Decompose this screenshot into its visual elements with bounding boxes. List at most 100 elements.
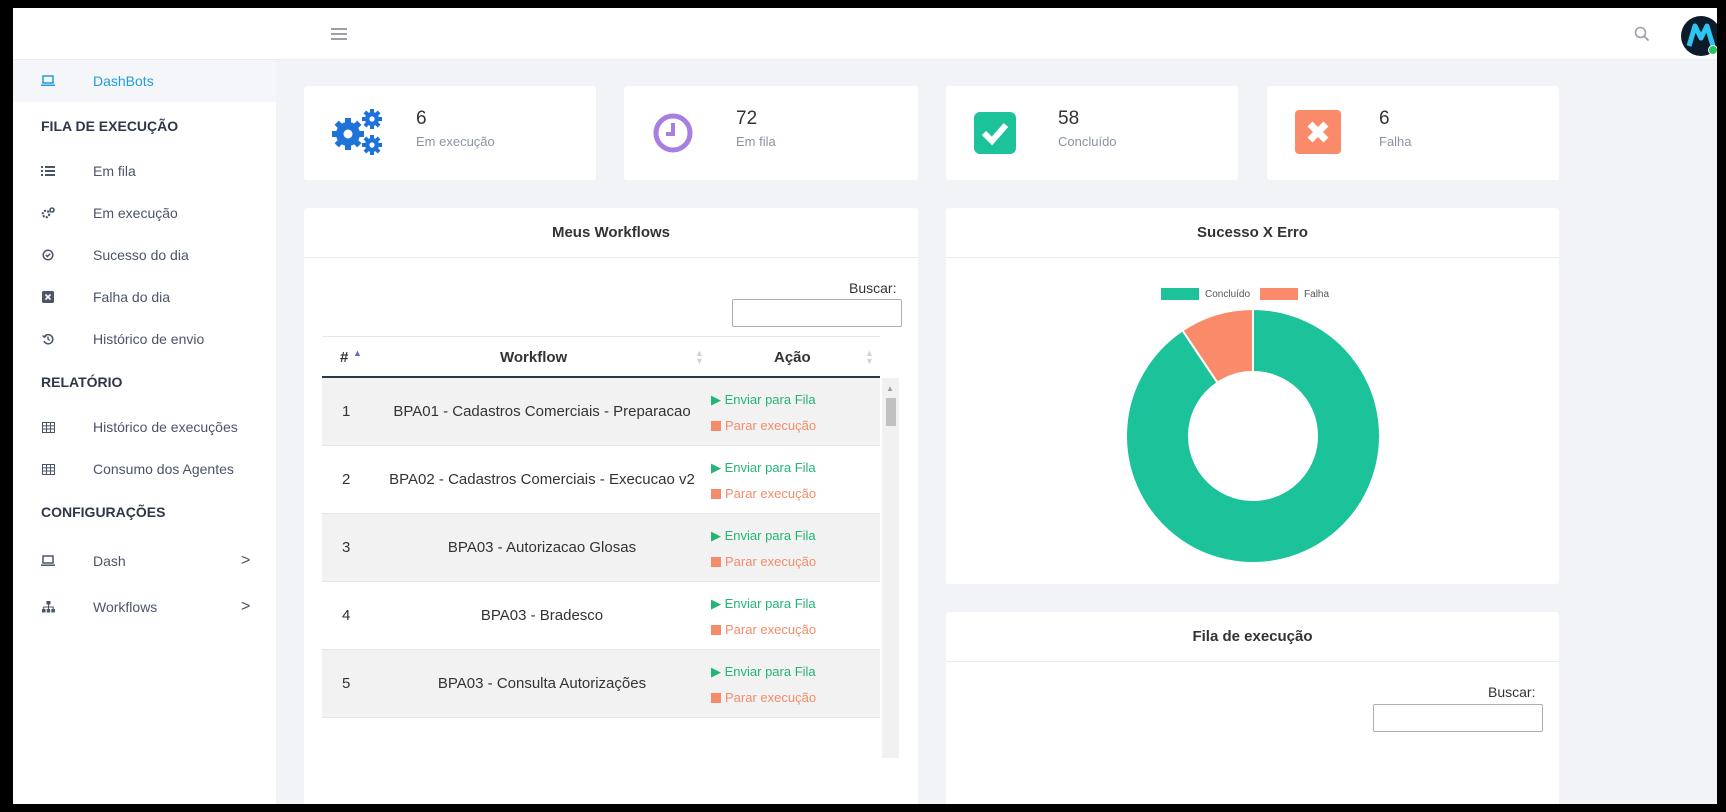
row-workflow-name: BPA03 - Bradesco — [480, 607, 604, 624]
stat-label: Concluído — [1058, 134, 1117, 149]
workflows-search-input[interactable] — [732, 299, 902, 327]
send-to-queue-link[interactable]: ▶ Enviar para Fila — [711, 664, 816, 680]
chart-panel: Sucesso X Erro Concluído Falha — [946, 208, 1559, 584]
online-status-dot — [1708, 45, 1717, 55]
table-row: 2 BPA02 - Cadastros Comerciais - Execuca… — [322, 446, 880, 514]
stat-value: 6 — [416, 108, 427, 129]
stop-label: Parar execução — [725, 554, 817, 569]
x-square-icon — [40, 289, 56, 305]
stat-card-em-execucao[interactable]: 6 Em execução — [304, 86, 596, 180]
column-header-acao[interactable]: Ação — [774, 349, 811, 366]
sidebar-item-em-fila[interactable]: Em fila — [13, 150, 276, 192]
stop-label: Parar execução — [725, 690, 817, 705]
search-label: Buscar: — [1488, 684, 1536, 700]
sidebar-item-label: Falha do dia — [93, 289, 171, 305]
stop-icon — [711, 421, 721, 431]
sidebar-item-historico-de-envio[interactable]: Histórico de envio — [13, 318, 276, 360]
check-square-icon — [974, 112, 1016, 154]
sidebar-item-workflows[interactable]: Workflows > — [13, 586, 276, 628]
table-icon — [40, 419, 56, 435]
stop-label: Parar execução — [725, 486, 817, 501]
check-circle-icon — [40, 247, 56, 263]
column-header-id[interactable]: # — [340, 349, 348, 366]
sidebar-item-consumo-dos-agentes[interactable]: Consumo dos Agentes — [13, 448, 276, 490]
search-icon[interactable] — [1633, 25, 1651, 43]
row-id: 3 — [342, 539, 351, 556]
stop-execution-link[interactable]: Parar execução — [711, 622, 816, 637]
send-label: Enviar para Fila — [724, 596, 816, 611]
sidebar-item-label: Em execução — [93, 205, 178, 221]
section-configuracoes: CONFIGURAÇÕES — [41, 504, 166, 520]
stop-icon — [711, 693, 721, 703]
sidebar-item-dash[interactable]: Dash > — [13, 540, 276, 582]
stat-card-concluido[interactable]: 58 Concluído — [946, 86, 1238, 180]
sidebar-item-em-execucao[interactable]: Em execução — [13, 192, 276, 234]
sidebar-item-historico-de-execucoes[interactable]: Histórico de execuções — [13, 406, 276, 448]
search-label: Buscar: — [849, 280, 897, 296]
sort-icon[interactable]: ▲ ▼ — [695, 349, 704, 366]
stop-label: Parar execução — [725, 418, 817, 433]
table-icon — [40, 461, 56, 477]
scrollbar-thumb[interactable] — [886, 398, 896, 426]
stat-label: Falha — [1379, 134, 1412, 149]
row-id: 1 — [342, 403, 351, 420]
row-workflow-name: BPA03 - Consulta Autorizações — [437, 675, 647, 692]
send-to-queue-link[interactable]: ▶ Enviar para Fila — [711, 460, 816, 476]
stat-card-falha[interactable]: 6 Falha — [1267, 86, 1559, 180]
sidebar-item-label: DashBots — [93, 73, 154, 89]
sort-icon[interactable]: ▲ ▼ — [865, 349, 874, 366]
stop-execution-link[interactable]: Parar execução — [711, 554, 816, 569]
donut-slice-concludo[interactable] — [1125, 307, 1381, 564]
sidebar-item-sucesso-do-dia[interactable]: Sucesso do dia — [13, 234, 276, 276]
clock-icon — [653, 113, 693, 153]
stat-label: Em execução — [416, 134, 495, 149]
section-fila-execucao: FILA DE EXECUÇÃO — [41, 118, 179, 134]
sitemap-icon — [40, 599, 56, 615]
queue-panel-title: Fila de execução — [946, 612, 1559, 662]
x-square-icon — [1295, 110, 1341, 154]
row-workflow-name: BPA03 - Autorizacao Glosas — [447, 539, 637, 556]
send-to-queue-link[interactable]: ▶ Enviar para Fila — [711, 392, 816, 408]
laptop-icon — [40, 553, 56, 569]
send-label: Enviar para Fila — [724, 460, 816, 475]
stop-execution-link[interactable]: Parar execução — [711, 418, 816, 433]
column-header-workflow[interactable]: Workflow — [500, 349, 567, 366]
section-relatorio: RELATÓRIO — [41, 374, 123, 390]
table-header: # ▲ Workflow ▲ ▼ Ação ▲ ▼ — [322, 336, 880, 378]
row-workflow-name: BPA01 - Cadastros Comerciais - Preparaca… — [393, 403, 691, 420]
send-label: Enviar para Fila — [724, 528, 816, 543]
table-scrollbar[interactable]: ▲ — [882, 378, 899, 758]
cogs-icon — [332, 109, 382, 155]
stop-icon — [711, 489, 721, 499]
sidebar-item-label: Em fila — [93, 163, 136, 179]
table-row: 3 BPA03 - Autorizacao Glosas ▶ Enviar pa… — [322, 514, 880, 582]
stat-value: 6 — [1379, 108, 1390, 129]
sidebar-item-dashbots[interactable]: DashBots — [13, 60, 276, 102]
stop-icon — [711, 625, 721, 635]
laptop-icon — [40, 73, 56, 89]
sort-asc-icon[interactable]: ▲ — [353, 349, 362, 358]
stat-card-em-fila[interactable]: 72 Em fila — [624, 86, 918, 180]
app-frame: DashBots FILA DE EXECUÇÃO Em fila Em exe… — [13, 8, 1717, 804]
row-id: 4 — [342, 607, 351, 624]
stop-execution-link[interactable]: Parar execução — [711, 486, 816, 501]
row-id: 2 — [342, 471, 351, 488]
queue-search-input[interactable] — [1373, 704, 1543, 732]
hamburger-icon[interactable] — [331, 28, 347, 40]
send-to-queue-link[interactable]: ▶ Enviar para Fila — [711, 596, 816, 612]
sidebar-item-label: Histórico de envio — [93, 331, 205, 347]
sidebar-item-falha-do-dia[interactable]: Falha do dia — [13, 276, 276, 318]
sidebar: DashBots FILA DE EXECUÇÃO Em fila Em exe… — [13, 60, 276, 804]
stop-execution-link[interactable]: Parar execução — [711, 690, 816, 705]
stat-value: 72 — [736, 108, 758, 129]
chevron-right-icon: > — [241, 598, 251, 615]
queue-panel: Fila de execução Buscar: — [946, 612, 1559, 804]
scroll-up-icon[interactable]: ▲ — [886, 384, 894, 393]
sidebar-item-label: Histórico de execuções — [93, 419, 238, 435]
sidebar-item-label: Dash — [93, 553, 126, 569]
sidebar-item-label: Consumo dos Agentes — [93, 461, 234, 477]
stat-value: 58 — [1058, 108, 1080, 129]
row-workflow-name: BPA02 - Cadastros Comerciais - Execucao … — [389, 471, 695, 488]
row-id: 5 — [342, 675, 351, 692]
send-to-queue-link[interactable]: ▶ Enviar para Fila — [711, 528, 816, 544]
